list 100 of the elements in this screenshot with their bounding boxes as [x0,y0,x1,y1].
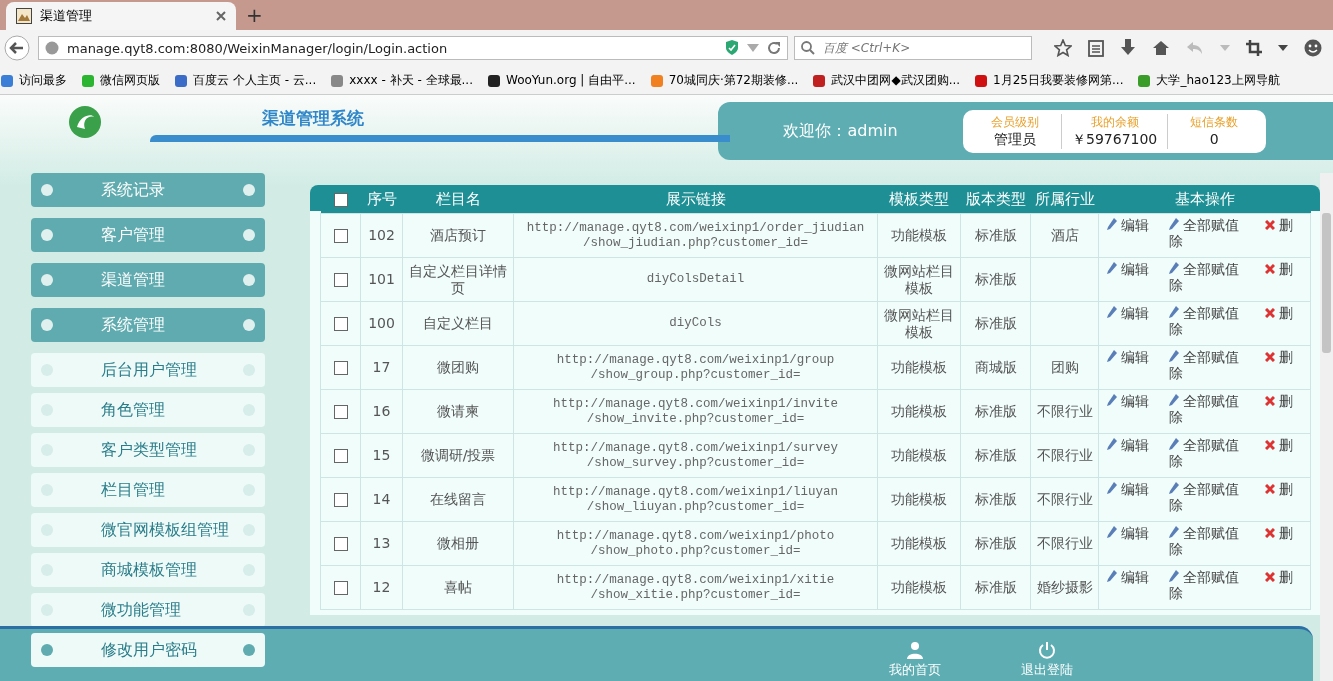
table-cell: 酒店 [1030,213,1099,258]
table-cell: 不限行业 [1030,389,1099,434]
star-icon[interactable] [1054,39,1072,58]
action-link[interactable]: 编辑 [1107,305,1165,322]
delete-icon [1265,220,1275,230]
search-box[interactable]: 百度 <Ctrl+K> [794,36,1032,61]
menu-item[interactable]: 微官网模板组管理 [31,513,265,547]
clipboard-icon[interactable] [1088,39,1104,58]
menu-item[interactable]: 客户类型管理 [31,433,265,467]
action-link[interactable]: 删 [1265,525,1301,542]
checkbox[interactable] [333,449,348,464]
delete-icon [1265,308,1275,318]
checkbox[interactable] [333,361,348,376]
scrollbar[interactable] [1320,173,1333,681]
action-link[interactable]: 全部赋值除 [1169,217,1247,250]
action-link[interactable]: 编辑 [1107,525,1165,542]
action-link[interactable]: 删 [1265,569,1301,586]
table-cell: 功能模板 [877,213,961,258]
menu-item[interactable]: 角色管理 [31,393,265,427]
action-link[interactable]: 删 [1265,437,1301,454]
pencil-icon [1169,262,1179,274]
checkbox[interactable] [333,317,348,332]
bookmark-item[interactable]: WooYun.org | 自由平... [487,72,636,90]
action-link[interactable]: 全部赋值除 [1169,261,1247,294]
action-link[interactable]: 编辑 [1107,569,1165,586]
crop-icon[interactable] [1246,40,1262,57]
table-cell: 喜帖 [402,565,514,610]
back-icon[interactable] [4,35,30,62]
action-link[interactable]: 删 [1265,349,1301,366]
menu-item[interactable]: 修改用户密码 [31,633,265,667]
menu-item[interactable]: 商城模板管理 [31,553,265,587]
delete-icon [1265,572,1275,582]
pencil-icon [1169,438,1179,450]
action-link[interactable]: 全部赋值除 [1169,525,1247,558]
action-link[interactable]: 删 [1265,217,1301,234]
action-link[interactable]: 编辑 [1107,349,1165,366]
bookmark-item[interactable]: 访问最多 [0,72,67,90]
table-cell: 微团购 [402,345,514,390]
table-cell: http://manage.qyt8.com/weixinp1/group /show_group.php?customer_id= [513,345,878,390]
bookmark-icon [0,73,14,88]
bookmark-item[interactable]: 70城同庆·第72期装修... [649,72,799,90]
new-tab-button[interactable]: + [236,2,273,30]
action-link[interactable]: 编辑 [1107,437,1165,454]
action-link[interactable]: 删 [1265,305,1301,322]
delete-icon [1265,264,1275,274]
close-icon[interactable] [216,10,226,21]
table-cell: 不限行业 [1030,477,1099,522]
table-cell: 标准版 [960,565,1031,610]
checkbox[interactable] [333,405,348,420]
action-link[interactable]: 全部赋值除 [1169,393,1247,426]
smiley-icon[interactable] [1304,39,1322,58]
table-cell: http://manage.qyt8.com/weixinp1/xitie /show_xitie.php?customer_id= [513,565,878,610]
menu-item[interactable]: 后台用户管理 [31,353,265,387]
logo-icon [68,105,102,139]
stat-label: 我的余额 [1090,113,1139,131]
bookmark-item[interactable]: 武汉中团网◆武汉团购... [812,72,961,90]
action-link[interactable]: 全部赋值除 [1169,569,1247,602]
checkbox[interactable] [333,273,348,288]
table-cell: diyCols [513,301,878,346]
bookmark-icon [330,73,345,88]
home-icon[interactable] [1152,40,1170,57]
action-link[interactable]: 删 [1265,481,1301,498]
action-link[interactable]: 编辑 [1107,481,1165,498]
checkbox[interactable] [333,581,348,596]
bookmark-icon [1137,73,1152,88]
action-link[interactable]: 全部赋值除 [1169,305,1247,338]
pencil-icon [1107,218,1117,230]
action-link[interactable]: 删 [1265,261,1301,278]
bookmark-item[interactable]: xxxx - 补天 - 全球最... [330,72,473,90]
bookmark-item[interactable]: 1月25日我要装修网第... [974,72,1124,90]
bookmark-item[interactable]: 大学_hao123上网导航 [1137,72,1280,90]
browser-tab[interactable]: 渠道管理 [6,1,236,30]
dropdown-icon[interactable] [1278,45,1288,52]
action-link[interactable]: 删 [1265,393,1301,410]
action-link[interactable]: 全部赋值除 [1169,349,1247,382]
bookmark-item[interactable]: 微信网页版 [81,72,160,90]
pencil-icon [1169,482,1179,494]
pencil-icon [1107,438,1117,450]
bookmark-icon [974,73,989,88]
checkbox[interactable] [333,229,348,244]
action-link[interactable]: 编辑 [1107,261,1165,278]
menu-item[interactable]: 栏目管理 [31,473,265,507]
menu-item[interactable]: 微功能管理 [31,593,265,627]
bookmark-item[interactable]: 百度云 个人主页 - 云... [174,72,317,90]
table-cell: 功能模板 [877,521,961,566]
checkbox[interactable] [333,192,348,207]
checkbox[interactable] [333,537,348,552]
action-link[interactable]: 全部赋值除 [1169,437,1247,470]
table-cell: http://manage.qyt8.com/weixinp1/liuyan /show_liuyan.php?customer_id= [513,477,878,522]
action-link[interactable]: 编辑 [1107,393,1165,410]
bookmark-icon [649,73,664,88]
address-bar[interactable]: manage.qyt8.com:8080/WeixinManager/login/Login.action [38,36,788,61]
action-link[interactable]: 全部赋值除 [1169,481,1247,514]
table-cell: 14 [360,477,403,522]
checkbox[interactable] [333,493,348,508]
action-link[interactable]: 编辑 [1107,217,1165,234]
delete-icon [1265,396,1275,406]
pencil-icon [1169,570,1179,582]
reload-icon[interactable] [767,41,781,56]
table-cell: http://manage.qyt8.com/weixinp1/invite /show_invite.php?customer_id= [513,389,878,434]
